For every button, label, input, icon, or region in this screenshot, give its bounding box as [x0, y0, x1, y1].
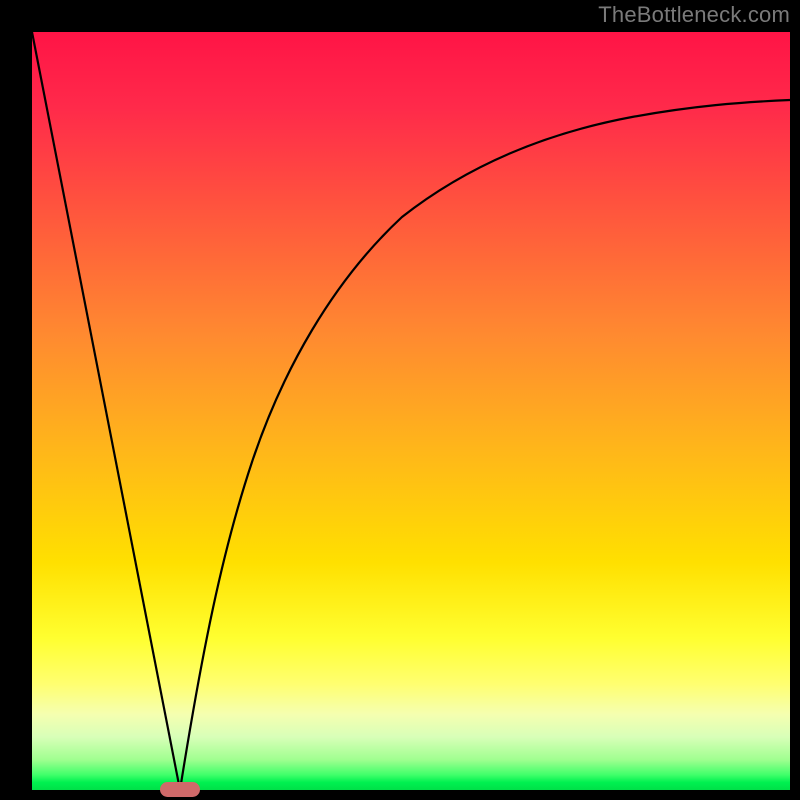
curve-overlay — [32, 32, 790, 790]
watermark-text: TheBottleneck.com — [598, 2, 790, 28]
right-curve — [180, 100, 790, 790]
plot-area — [32, 32, 790, 790]
bottleneck-marker — [160, 782, 200, 797]
chart-frame: TheBottleneck.com — [0, 0, 800, 800]
left-line — [32, 32, 180, 790]
